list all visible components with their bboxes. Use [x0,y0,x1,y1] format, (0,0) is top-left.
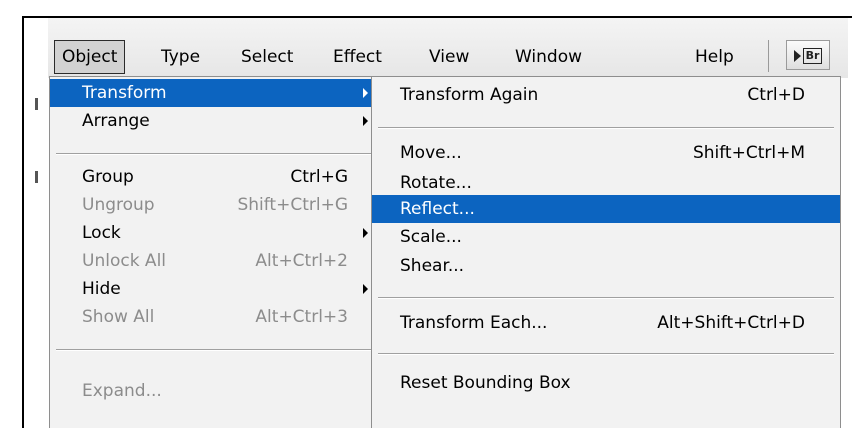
menu-item-shear[interactable]: Shear... [372,252,840,280]
menu-select[interactable]: Select [234,42,300,72]
menu-item-transform-again[interactable]: Transform Again Ctrl+D [372,81,840,109]
menu-item-label: Transform Each... [400,313,548,333]
menu-object[interactable]: Object [54,40,126,74]
menu-item-reflect[interactable]: Reflect... [372,195,840,223]
menu-help[interactable]: Help [688,42,741,72]
shortcut-label: Ctrl+D [747,85,805,105]
menu-item-label: Rotate... [400,173,472,193]
menu-item-show-all: Show All Alt+Ctrl+3 [50,303,378,331]
menu-item-label: Show All [82,307,155,327]
menu-divider [378,127,834,129]
menu-item-label: Unlock All [82,251,167,271]
menu-item-expand: Expand... [50,377,378,405]
submenu-arrow-icon [363,88,368,98]
menu-type[interactable]: Type [154,42,207,72]
canvas-edge-mark [35,98,38,110]
menu-item-move[interactable]: Move... Shift+Ctrl+M [372,139,840,167]
menu-item-unlock-all: Unlock All Alt+Ctrl+2 [50,247,378,275]
menu-item-rotate[interactable]: Rotate... [372,169,840,197]
menu-effect[interactable]: Effect [326,42,389,72]
shortcut-label: Alt+Shift+Ctrl+D [657,313,805,333]
menu-item-label: Scale... [400,227,462,247]
menu-divider [56,349,372,351]
bridge-icon: Br [802,47,823,64]
menu-item-label: Move... [400,143,462,163]
menu-item-label: Transform [82,83,167,103]
menu-item-group[interactable]: Group Ctrl+G [50,163,378,191]
menu-item-label: Arrange [82,111,150,131]
menu-window[interactable]: Window [508,42,589,72]
shortcut-label: Alt+Ctrl+3 [255,307,348,327]
bridge-button[interactable]: Br [786,40,830,70]
menu-item-label: Lock [82,223,121,243]
menu-item-lock[interactable]: Lock [50,219,378,247]
menu-item-scale[interactable]: Scale... [372,223,840,251]
app-window: Object Type Select Effect View Window He… [22,16,852,428]
menu-item-label: Group [82,167,134,187]
menu-item-reset-bounding-box[interactable]: Reset Bounding Box [372,369,840,397]
menu-divider [378,353,834,355]
shortcut-label: Shift+Ctrl+G [237,195,348,215]
menu-item-label: Expand... [82,381,162,401]
submenu-arrow-icon [363,116,368,126]
menu-item-transform[interactable]: Transform [50,79,378,107]
menu-bar: Object Type Select Effect View Window He… [48,18,848,78]
menu-item-label: Reflect... [400,199,475,219]
menu-item-label: Hide [82,279,121,299]
menu-item-hide[interactable]: Hide [50,275,378,303]
shortcut-label: Alt+Ctrl+2 [255,251,348,271]
menu-divider [56,153,372,155]
canvas-edge-mark [35,171,38,183]
shortcut-label: Shift+Ctrl+M [692,143,805,163]
transform-submenu: Transform Again Ctrl+D Move... Shift+Ctr… [371,76,841,428]
menu-item-label: Reset Bounding Box [400,373,571,393]
shortcut-label: Ctrl+G [290,167,348,187]
menu-divider [378,297,834,299]
menu-item-transform-each[interactable]: Transform Each... Alt+Shift+Ctrl+D [372,309,840,337]
menu-separator [768,40,769,72]
menu-view[interactable]: View [422,42,476,72]
menu-item-label: Shear... [400,256,465,276]
play-icon [793,49,801,62]
menu-item-arrange[interactable]: Arrange [50,107,378,135]
object-menu: Transform Arrange Group Ctrl+G Ungroup S… [49,76,379,428]
submenu-arrow-icon [363,284,368,294]
menu-item-ungroup: Ungroup Shift+Ctrl+G [50,191,378,219]
submenu-arrow-icon [363,228,368,238]
menu-item-label: Transform Again [400,85,539,105]
menu-item-label: Ungroup [82,195,155,215]
